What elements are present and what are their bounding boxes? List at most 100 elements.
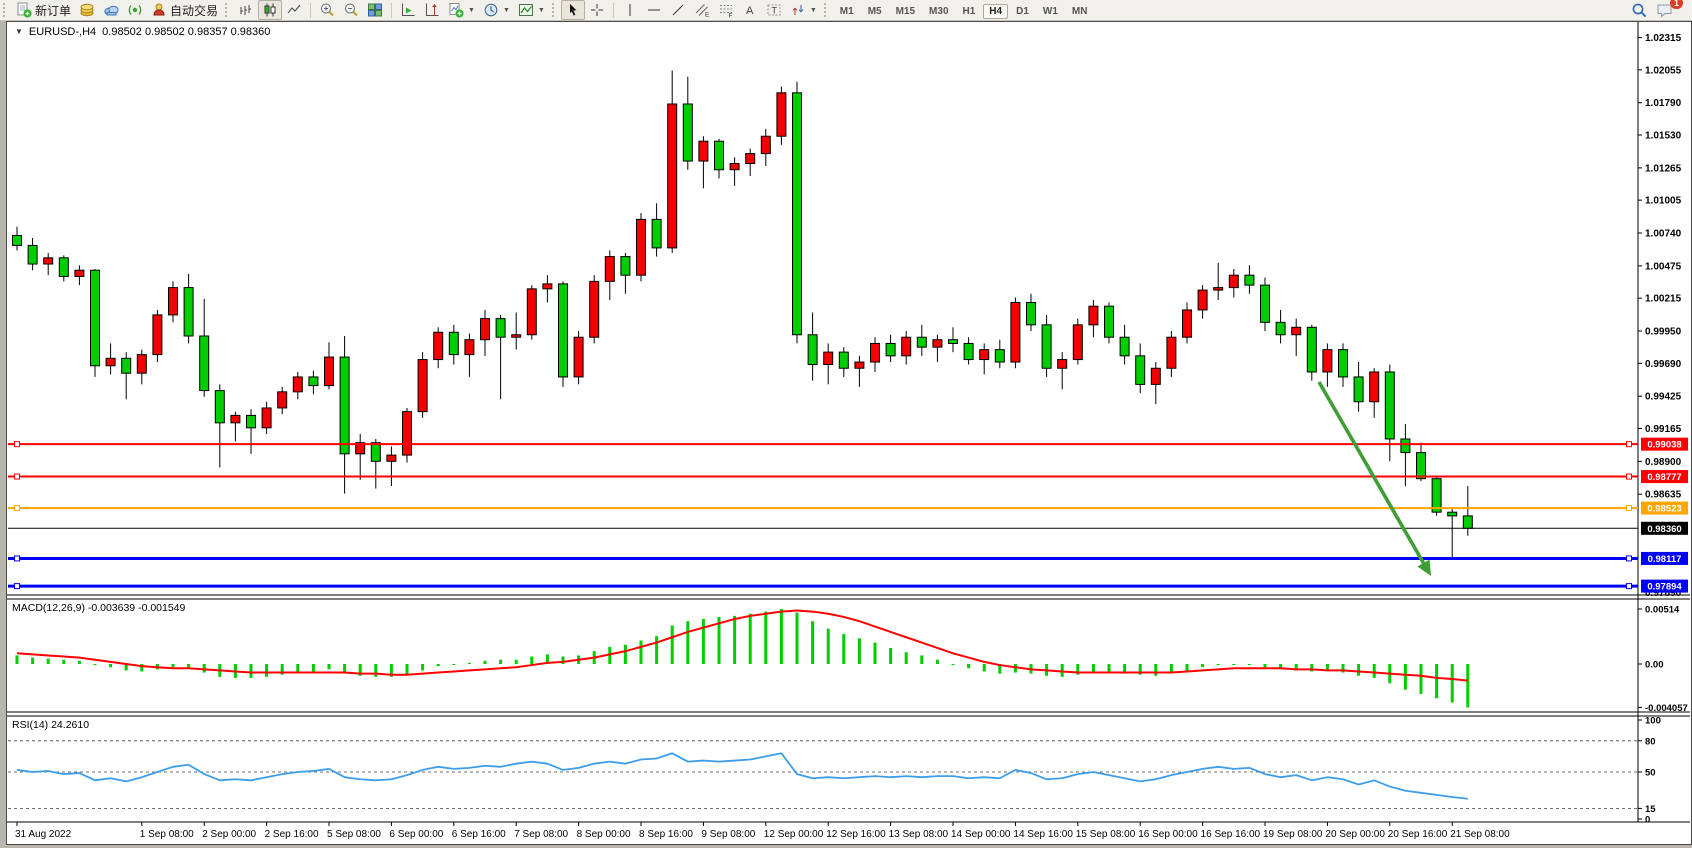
level-handle[interactable] — [15, 556, 20, 561]
level-handle[interactable] — [1627, 442, 1632, 447]
new-order-button[interactable]: 新订单 — [12, 0, 75, 20]
macd-histogram-bar — [1201, 664, 1204, 667]
candle — [91, 270, 100, 366]
timeframe-button-h1[interactable]: H1 — [957, 4, 982, 19]
horizontal-line-button[interactable] — [642, 0, 666, 20]
candle — [1229, 275, 1238, 287]
price-tick-label: 1.02055 — [1645, 65, 1682, 76]
timeframe-button-m1[interactable]: M1 — [834, 4, 860, 19]
toolbar-grip[interactable] — [225, 3, 230, 17]
timeframe-button-m30[interactable]: M30 — [923, 4, 954, 19]
macd-histogram-bar — [624, 645, 627, 664]
market-watch-button[interactable] — [75, 0, 99, 20]
macd-histogram-bar — [374, 664, 377, 677]
macd-histogram-bar — [983, 664, 986, 671]
equidistant-channel-button[interactable]: E — [690, 0, 714, 20]
notifications-button[interactable]: 1 — [1652, 0, 1678, 20]
macd-histogram-bar — [1451, 664, 1454, 703]
macd-histogram-bar — [858, 638, 861, 664]
zoom-in-button[interactable] — [315, 0, 339, 20]
level-handle[interactable] — [15, 442, 20, 447]
macd-histogram-bar — [250, 664, 253, 678]
level-handle[interactable] — [15, 506, 20, 511]
timeframe-button-m15[interactable]: M15 — [890, 4, 921, 19]
periods-button[interactable]: ▼ — [479, 0, 514, 20]
line-chart-button[interactable] — [282, 0, 306, 20]
timeframe-button-m5[interactable]: M5 — [862, 4, 888, 19]
trend-arrow[interactable] — [1319, 382, 1426, 566]
timeframe-button-d1[interactable]: D1 — [1010, 4, 1035, 19]
candle — [106, 358, 115, 365]
date-label: 16 Sep 00:00 — [1138, 829, 1198, 840]
cursor-button[interactable] — [561, 0, 585, 20]
macd-histogram-bar — [62, 660, 65, 664]
chevron-down-icon: ▼ — [538, 7, 545, 14]
rsi-tick-label: 100 — [1645, 716, 1661, 727]
candle — [200, 336, 209, 391]
level-handle[interactable] — [1627, 556, 1632, 561]
zoom-out-button[interactable] — [339, 0, 363, 20]
new-chart-icon — [448, 2, 464, 18]
timeframe-button-h4[interactable]: H4 — [983, 4, 1008, 19]
level-handle[interactable] — [15, 474, 20, 479]
autotrading-button[interactable]: 自动交易 — [147, 0, 222, 20]
new-chart-button[interactable]: ▼ — [444, 0, 479, 20]
candlestick-chart-icon — [262, 2, 278, 18]
text-label-button[interactable]: T — [762, 0, 786, 20]
level-handle[interactable] — [15, 584, 20, 589]
data-window-button[interactable] — [99, 0, 123, 20]
indicators-button[interactable]: ▼ — [514, 0, 549, 20]
candlestick-chart-button[interactable] — [258, 0, 282, 20]
indicators-icon — [518, 2, 534, 18]
candle — [652, 219, 661, 248]
auto-scroll-button[interactable] — [396, 0, 420, 20]
toolbar-grip[interactable] — [3, 3, 8, 17]
rsi-tick-label: 80 — [1645, 736, 1656, 747]
date-label: 5 Sep 08:00 — [327, 829, 381, 840]
fibonacci-button[interactable]: F — [714, 0, 738, 20]
date-label: 13 Sep 08:00 — [889, 829, 949, 840]
toolbar-grip[interactable] — [552, 3, 557, 17]
chart-symbol: EURUSD-,H4 — [29, 26, 96, 38]
toolbar-grip[interactable] — [824, 3, 829, 17]
text-button[interactable]: A — [738, 0, 762, 20]
candle — [1011, 302, 1020, 362]
svg-text:E: E — [705, 12, 710, 19]
tile-windows-icon — [367, 2, 383, 18]
chevron-down-icon: ▼ — [503, 7, 510, 14]
candle — [949, 340, 958, 344]
level-handle[interactable] — [1627, 506, 1632, 511]
candle — [387, 455, 396, 461]
rsi-label: RSI(14) 24.2610 — [12, 719, 89, 731]
tile-windows-button[interactable] — [363, 0, 387, 20]
macd-histogram-bar — [952, 664, 955, 665]
vertical-line-button[interactable] — [618, 0, 642, 20]
price-tick-label: 1.00215 — [1645, 294, 1682, 305]
candle — [559, 284, 568, 377]
signal-button[interactable] — [123, 0, 147, 20]
level-handle[interactable] — [1627, 584, 1632, 589]
trendline-button[interactable] — [666, 0, 690, 20]
candle — [496, 319, 505, 338]
candle — [1245, 275, 1254, 285]
candle — [1198, 290, 1207, 310]
candle — [247, 415, 256, 427]
macd-histogram-bar — [671, 625, 674, 664]
new-order-label: 新订单 — [35, 2, 71, 19]
date-label: 9 Sep 08:00 — [701, 829, 755, 840]
timeframe-button-mn[interactable]: MN — [1066, 4, 1094, 19]
macd-histogram-bar — [1404, 664, 1407, 690]
chart-canvas[interactable]: 1.023151.020551.017901.015301.012651.010… — [7, 22, 1691, 844]
chart-dropdown-icon[interactable]: ▼ — [15, 26, 23, 38]
crosshair-button[interactable] — [585, 0, 609, 20]
chart-shift-button[interactable] — [420, 0, 444, 20]
candle — [293, 377, 302, 392]
level-handle[interactable] — [1627, 474, 1632, 479]
price-tick-label: 1.02315 — [1645, 33, 1682, 44]
timeframe-button-w1[interactable]: W1 — [1037, 4, 1064, 19]
macd-histogram-bar — [1186, 664, 1189, 670]
arrows-button[interactable]: ▼ — [786, 0, 821, 20]
search-button[interactable] — [1627, 0, 1652, 20]
bar-chart-button[interactable] — [234, 0, 258, 20]
macd-histogram-bar — [655, 636, 658, 664]
